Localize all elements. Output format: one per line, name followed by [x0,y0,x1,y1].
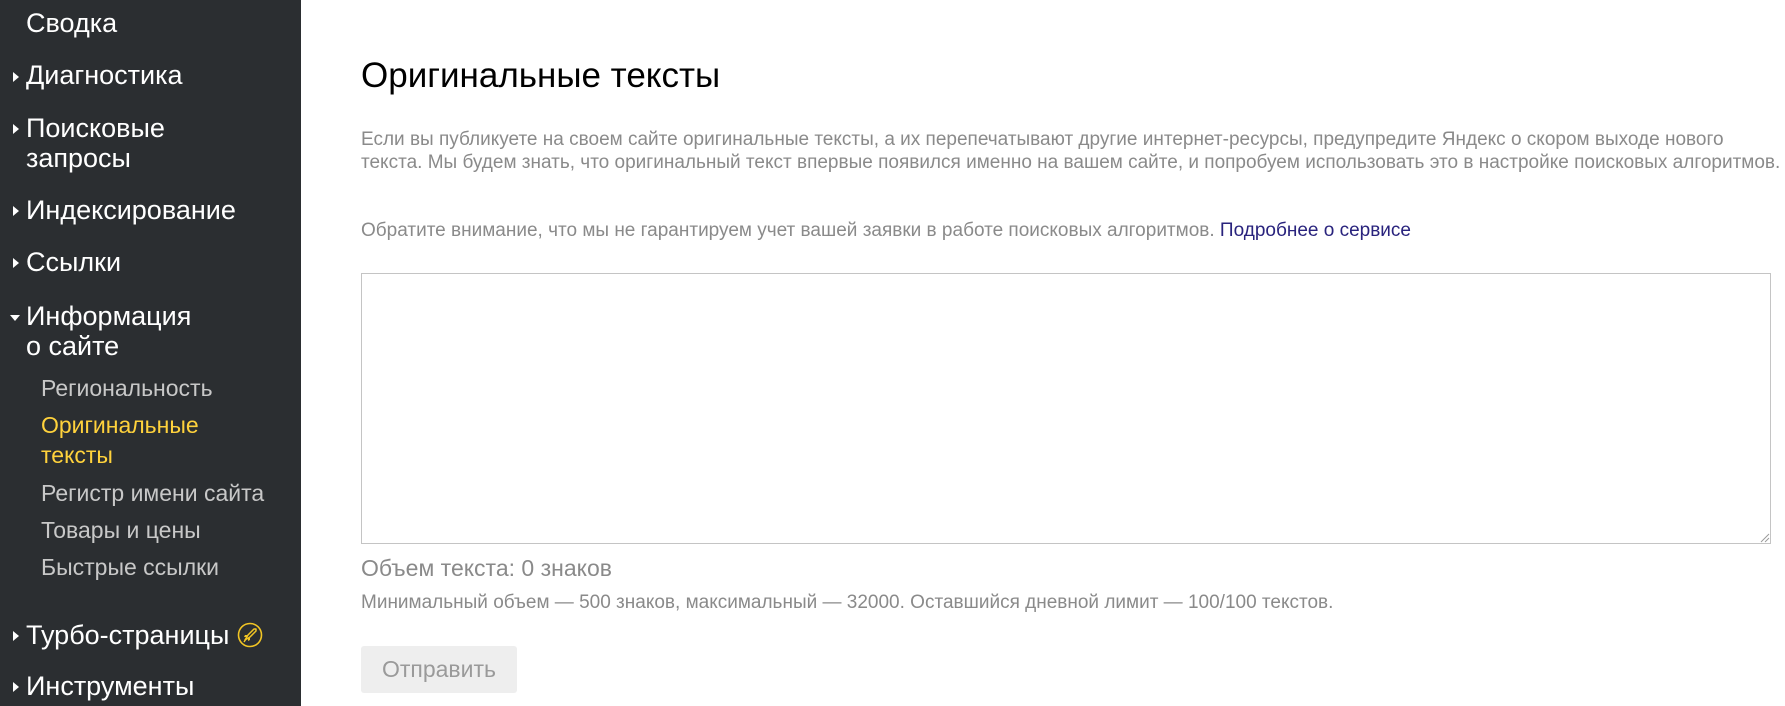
sidebar-item-diagnostics[interactable]: Диагностика [0,58,301,102]
expand-arrow-icon [13,682,19,692]
sidebar-item-site-info[interactable]: Информация о сайте [0,298,301,366]
sidebar-item-label: Турбо-страницы [26,620,230,650]
more-about-service-link[interactable]: Подробнее о сервисе [1220,220,1411,241]
page-title: Оригинальные тексты [361,56,721,95]
expand-arrow-icon [13,124,19,134]
sidebar-item-summary[interactable]: Сводка [0,0,301,48]
disclaimer-text: Обратите внимание, что мы не гарантируем… [361,220,1215,241]
sidebar-subitem-quick-links[interactable]: Быстрые ссылки [41,552,291,582]
resize-handle-icon[interactable] [1758,531,1770,543]
rocket-icon [237,622,263,648]
text-limits-info: Минимальный объем — 500 знаков, максимал… [361,592,1334,613]
collapse-arrow-icon [10,315,20,321]
sidebar-item-label: Информация о сайте [26,301,192,361]
sidebar-subitem-original-texts[interactable]: Оригинальные тексты [41,410,291,470]
sidebar-item-label: Сводка [26,8,118,38]
app-root: Сводка Диагностика Поисковые запросы Инд… [0,0,1785,706]
submit-button[interactable]: Отправить [361,646,517,693]
expand-arrow-icon [13,72,19,82]
sidebar-item-indexing[interactable]: Индексирование [0,192,301,236]
original-text-input[interactable] [361,273,1771,544]
main-content: Оригинальные тексты Если вы публикуете н… [301,0,1785,706]
sidebar-item-tools[interactable]: Инструменты [0,668,301,706]
service-description: Если вы публикуете на своем сайте оригин… [361,129,1781,173]
sidebar-item-label: Ссылки [26,247,122,277]
sidebar: Сводка Диагностика Поисковые запросы Инд… [0,0,301,706]
sidebar-subitem-regionality[interactable]: Региональность [41,373,291,403]
expand-arrow-icon [13,258,19,268]
sidebar-item-label: Диагностика [26,60,183,90]
sidebar-item-search-queries[interactable]: Поисковые запросы [0,110,301,178]
sidebar-item-label: Поисковые запросы [26,113,165,173]
sidebar-subitem-site-name-case[interactable]: Регистр имени сайта [41,478,291,508]
sidebar-item-label: Индексирование [26,195,236,225]
sidebar-item-links[interactable]: Ссылки [0,245,301,289]
disclaimer-note: Обратите внимание, что мы не гарантируем… [361,219,1781,242]
expand-arrow-icon [13,206,19,216]
sidebar-subitem-products-prices[interactable]: Товары и цены [41,515,291,545]
text-length-counter: Объем текста: 0 знаков [361,555,612,581]
expand-arrow-icon [13,631,19,641]
sidebar-item-label: Инструменты [26,671,195,701]
